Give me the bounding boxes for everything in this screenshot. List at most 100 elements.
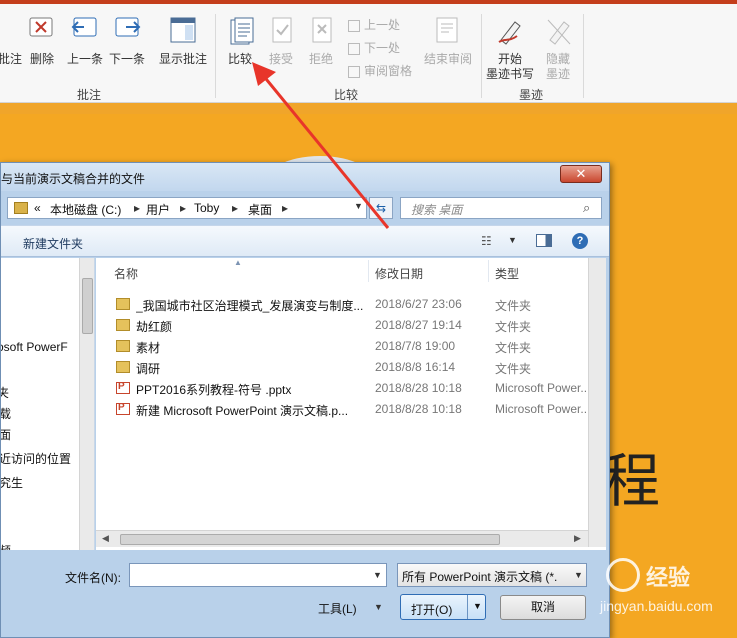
column-separator[interactable] (488, 260, 489, 282)
dialog-title-bar[interactable]: 与当前演示文稿合并的文件 ✕ (1, 163, 609, 191)
start-inking-button[interactable]: 开始 墨迹书写 (484, 14, 536, 82)
previous-change-icon (348, 19, 360, 32)
breadcrumb-back[interactable]: « (34, 201, 41, 215)
compare-button[interactable]: 比较 (222, 14, 260, 78)
tools-dropdown-icon[interactable]: ▼ (374, 602, 383, 612)
reject-button[interactable]: 拒绝 (304, 14, 340, 78)
view-dropdown-icon[interactable]: ▼ (508, 235, 517, 245)
address-dropdown-icon[interactable]: ▼ (354, 201, 363, 211)
nav-item[interactable]: 究生 (1, 474, 23, 491)
hide-ink-button[interactable]: 隐藏 墨迹 (538, 14, 578, 82)
breadcrumb-drive[interactable]: 本地磁盘 (C:) (50, 201, 121, 218)
column-header-date[interactable]: 修改日期 (375, 265, 423, 282)
breadcrumb-user[interactable]: Toby (194, 201, 219, 215)
preview-pane-icon[interactable] (536, 234, 552, 247)
group-separator (481, 14, 482, 98)
folder-icon (116, 340, 130, 352)
nav-item[interactable]: 频 (1, 542, 11, 550)
accept-button[interactable]: 接受 (264, 14, 300, 78)
revisions-pane-button[interactable]: 审阅窗格 (348, 62, 412, 79)
open-dropdown-icon[interactable]: ▼ (473, 601, 482, 611)
revisions-pane-icon (348, 65, 360, 78)
file-row[interactable]: 劫红颜 2018/8/27 19:14 文件夹 (96, 315, 588, 336)
filename-label: 文件名(N): (65, 571, 121, 585)
help-icon[interactable]: ? (572, 233, 588, 249)
next-change-icon (348, 42, 360, 55)
horizontal-scrollbar[interactable]: ◀ ▶ (96, 530, 588, 547)
breadcrumb-separator[interactable]: ▸ (282, 201, 288, 215)
folder-icon (116, 298, 130, 310)
previous-comment-button[interactable]: 上一条 (64, 14, 108, 78)
column-header-type[interactable]: 类型 (495, 265, 519, 282)
folder-icon (116, 361, 130, 373)
file-name: _我国城市社区治理模式_发展演变与制度... (136, 299, 364, 313)
filetype-select[interactable]: 所有 PowerPoint 演示文稿 (*. ▼ (397, 563, 587, 587)
close-button[interactable]: ✕ (560, 165, 602, 183)
show-comments-icon (170, 17, 196, 43)
accept-icon (272, 17, 292, 43)
refresh-button[interactable]: ⇆ (369, 197, 393, 219)
breadcrumb-separator[interactable]: ▸ (180, 201, 186, 215)
file-row[interactable]: _我国城市社区治理模式_发展演变与制度... 2018/6/27 23:06 文… (96, 294, 588, 315)
open-split-divider (467, 595, 468, 619)
ribbon-accent-bar (0, 0, 737, 4)
breadcrumb-users[interactable]: 用户 (146, 201, 170, 218)
ribbon: 批注 删除 上一条 下一条 显示批注 批注 比较 接受 拒绝 上一处 下一处 审… (0, 0, 737, 103)
file-name: 调研 (136, 362, 161, 376)
column-header-name[interactable]: 名称 (114, 265, 138, 282)
address-bar[interactable]: « 本地磁盘 (C:) ▸ 用户 ▸ Toby ▸ 桌面 ▸ ▼ (7, 197, 367, 219)
nav-scroll-thumb[interactable] (82, 278, 93, 334)
horizontal-scroll-thumb[interactable] (120, 534, 500, 545)
scroll-left-icon[interactable]: ◀ (102, 533, 109, 544)
nav-item[interactable]: 载 (1, 405, 11, 422)
file-row[interactable]: 调研 2018/8/8 16:14 文件夹 (96, 357, 588, 378)
file-row[interactable]: PPT2016系列教程-符号 .pptx 2018/8/28 10:18 Mic… (96, 378, 590, 399)
cancel-button[interactable]: 取消 (500, 595, 586, 620)
scroll-right-icon[interactable]: ▶ (574, 533, 581, 544)
file-row[interactable]: 新建 Microsoft PowerPoint 演示文稿.p... 2018/8… (96, 399, 590, 420)
vertical-scrollbar[interactable] (588, 258, 606, 547)
new-comment-label: 批注 (0, 52, 23, 66)
delete-comment-button[interactable]: 删除 (24, 14, 62, 78)
filename-dropdown-icon[interactable]: ▼ (373, 570, 382, 580)
tools-button[interactable]: 工具(L) (318, 600, 357, 617)
next-change-label: 下一处 (364, 41, 401, 55)
search-icon[interactable]: ⌕ (583, 200, 590, 216)
nav-item[interactable]: 面 (1, 426, 11, 443)
file-name: PPT2016系列教程-符号 .pptx (136, 383, 292, 397)
reject-icon (312, 17, 332, 43)
new-folder-button[interactable]: 新建文件夹 (23, 235, 83, 252)
view-list-icon[interactable]: ☷ (481, 234, 492, 248)
show-comments-button[interactable]: 显示批注 (156, 14, 212, 78)
next-comment-button[interactable]: 下一条 (108, 14, 152, 78)
hide-ink-icon (547, 19, 571, 45)
new-comment-button[interactable]: 批注 (0, 18, 22, 66)
breadcrumb-desktop[interactable]: 桌面 (248, 201, 272, 218)
end-review-button[interactable]: 结束审阅 (420, 14, 476, 78)
nav-item[interactable]: 夹 (1, 384, 9, 401)
address-row: « 本地磁盘 (C:) ▸ 用户 ▸ Toby ▸ 桌面 ▸ ▼ ⇆ 搜索 桌面… (1, 195, 609, 221)
open-label: 打开(O) (411, 603, 453, 617)
column-separator[interactable] (368, 260, 369, 282)
group-label-ink: 墨迹 (519, 88, 544, 102)
open-button[interactable]: 打开(O) ▼ (400, 594, 486, 620)
merge-file-dialog: 与当前演示文稿合并的文件 ✕ « 本地磁盘 (C:) ▸ 用户 ▸ Toby ▸… (0, 162, 610, 638)
next-comment-label: 下一条 (109, 52, 146, 66)
pptx-icon (116, 402, 130, 415)
next-change-button[interactable]: 下一处 (348, 39, 400, 56)
breadcrumb-separator[interactable]: ▸ (134, 201, 140, 215)
filename-input[interactable] (129, 563, 387, 587)
file-row[interactable]: 素材 2018/7/8 19:00 文件夹 (96, 336, 588, 357)
nav-item[interactable]: rosoft PowerF (1, 340, 68, 354)
group-label-annotate: 批注 (77, 88, 102, 102)
file-date: 2018/8/28 10:18 (375, 402, 462, 416)
slide-title-fragment: 程 (602, 447, 661, 515)
search-input[interactable]: 搜索 桌面 ⌕ (400, 197, 602, 219)
dialog-toolbar: 新建文件夹 ☷ ▼ ? (1, 225, 609, 257)
file-name: 素材 (136, 341, 161, 355)
nav-item[interactable]: 近访问的位置 (1, 450, 71, 467)
nav-scrollbar[interactable] (79, 258, 94, 550)
group-separator (583, 14, 584, 98)
breadcrumb-separator[interactable]: ▸ (232, 201, 238, 215)
previous-change-button[interactable]: 上一处 (348, 16, 400, 33)
